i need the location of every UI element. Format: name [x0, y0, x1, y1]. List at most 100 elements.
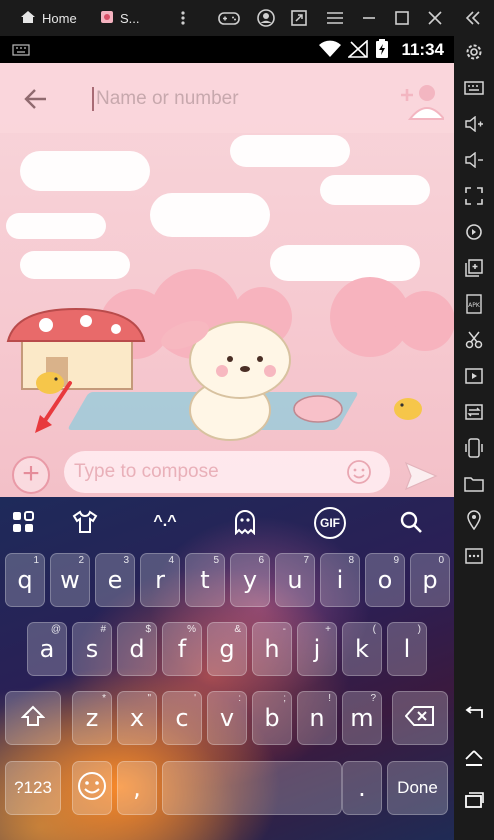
- key-f[interactable]: % f: [162, 622, 202, 676]
- gif-icon[interactable]: GIF: [314, 507, 346, 539]
- key-v[interactable]: :v: [207, 691, 247, 745]
- mushroom-house-illustration: [6, 307, 146, 390]
- key-n[interactable]: ! n: [297, 691, 337, 745]
- compose-field[interactable]: Type to compose: [64, 451, 390, 493]
- fullscreen-icon[interactable]: [462, 184, 486, 208]
- key-e[interactable]: 3e: [95, 553, 135, 607]
- chick-illustration: [394, 398, 422, 420]
- symbols-key[interactable]: ?123: [5, 761, 61, 815]
- close-tab-icon[interactable]: [170, 6, 196, 30]
- key-i[interactable]: 8i: [320, 553, 360, 607]
- key-b[interactable]: ; b: [252, 691, 292, 745]
- app-icon: [100, 10, 114, 27]
- key-c[interactable]: ' c: [162, 691, 202, 745]
- backspace-icon: [404, 705, 435, 731]
- keyboard-icon[interactable]: [462, 76, 486, 100]
- folder-icon[interactable]: [462, 472, 486, 496]
- key-a[interactable]: @ a: [27, 622, 67, 676]
- emoji-icon[interactable]: [346, 459, 372, 485]
- key-u[interactable]: 7u: [275, 553, 315, 607]
- add-contact-icon[interactable]: [398, 81, 447, 121]
- shift-icon: [20, 705, 46, 732]
- period-key[interactable]: .: [342, 761, 382, 815]
- emoji-key[interactable]: [72, 761, 112, 815]
- recipient-input[interactable]: Name or number: [92, 87, 239, 111]
- key-m[interactable]: ? m: [342, 691, 382, 745]
- key-h[interactable]: -h: [252, 622, 292, 676]
- more-icon[interactable]: [462, 544, 486, 568]
- search-icon[interactable]: [396, 507, 426, 537]
- apk-icon[interactable]: APK: [462, 292, 486, 316]
- clock: 11:34: [401, 40, 444, 59]
- key-d[interactable]: $ d: [117, 622, 157, 676]
- key-y[interactable]: 6y: [230, 553, 270, 607]
- space-key[interactable]: [162, 761, 342, 815]
- volume-down-icon[interactable]: [462, 148, 486, 172]
- svg-text:APK: APK: [468, 302, 481, 309]
- battery-charging-icon: [375, 39, 389, 64]
- expand-icon[interactable]: [460, 6, 486, 30]
- tab-app[interactable]: S...: [100, 6, 140, 30]
- rotate-icon[interactable]: [462, 220, 486, 244]
- key-p[interactable]: 0p: [410, 553, 450, 607]
- emulator-titlebar: Home S...: [0, 0, 494, 36]
- messaging-app: Name or number + Type to compose: [0, 63, 454, 497]
- key-t[interactable]: 5t: [185, 553, 225, 607]
- android-home-icon[interactable]: [462, 746, 486, 770]
- menu-icon[interactable]: [322, 6, 348, 30]
- key-o[interactable]: 9o: [365, 553, 405, 607]
- home-icon: [20, 10, 36, 27]
- tab-label: Home: [42, 10, 77, 26]
- phone-icon[interactable]: [462, 436, 486, 460]
- emulator-sidebar: APK: [454, 36, 494, 840]
- red-arrow-annotation: [34, 381, 74, 497]
- key-g[interactable]: & g: [207, 622, 247, 676]
- no-signal-icon: [346, 39, 368, 63]
- screenshot-icon[interactable]: [286, 6, 312, 30]
- soft-keyboard: ^.^ GIF 1q 2w 3e 4r 5t 6y 7u 8i 9o 0p @ a…: [0, 497, 454, 840]
- volume-up-icon[interactable]: [462, 112, 486, 136]
- android-statusbar: 11:34: [0, 36, 454, 63]
- location-icon[interactable]: [462, 508, 486, 532]
- key-j[interactable]: + j: [297, 622, 337, 676]
- key-w[interactable]: 2w: [50, 553, 90, 607]
- wifi-icon: [318, 40, 342, 63]
- tab-home[interactable]: Home: [20, 6, 77, 30]
- comma-key[interactable]: ,: [117, 761, 157, 815]
- send-icon[interactable]: [404, 461, 438, 491]
- ghost-icon[interactable]: [230, 507, 260, 537]
- back-arrow-icon[interactable]: [22, 85, 50, 113]
- compose-header: Name or number: [0, 63, 454, 133]
- dog-character-illustration: [161, 320, 291, 441]
- sync-icon[interactable]: [462, 400, 486, 424]
- key-x[interactable]: " x: [117, 691, 157, 745]
- scissors-icon[interactable]: [462, 328, 486, 352]
- key-r[interactable]: 4r: [140, 553, 180, 607]
- shift-key[interactable]: [5, 691, 61, 745]
- emoticon-icon[interactable]: ^.^: [150, 507, 180, 537]
- backspace-key[interactable]: [392, 691, 448, 745]
- smiley-icon: [77, 771, 107, 806]
- apps-icon[interactable]: [8, 507, 38, 537]
- settings-icon[interactable]: [462, 40, 486, 64]
- key-s[interactable]: # s: [72, 622, 112, 676]
- android-recents-icon[interactable]: [462, 788, 486, 812]
- gamepad-icon[interactable]: [216, 6, 242, 30]
- compose-input[interactable]: Type to compose: [74, 461, 219, 483]
- key-q[interactable]: 1q: [5, 553, 45, 607]
- done-key[interactable]: Done: [387, 761, 448, 815]
- android-back-icon[interactable]: [462, 702, 486, 726]
- teapot-illustration: [293, 395, 343, 423]
- key-k[interactable]: (k: [342, 622, 382, 676]
- minimize-icon[interactable]: [356, 6, 382, 30]
- keyboard-notification-icon: [12, 43, 30, 61]
- close-icon[interactable]: [422, 6, 448, 30]
- video-icon[interactable]: [462, 364, 486, 388]
- key-z[interactable]: * z: [72, 691, 112, 745]
- account-icon[interactable]: [253, 6, 279, 30]
- multi-instance-icon[interactable]: [462, 256, 486, 280]
- maximize-icon[interactable]: [389, 6, 415, 30]
- tab-label: S...: [120, 10, 140, 26]
- key-l[interactable]: ) l: [387, 622, 427, 676]
- theme-icon[interactable]: [70, 507, 100, 537]
